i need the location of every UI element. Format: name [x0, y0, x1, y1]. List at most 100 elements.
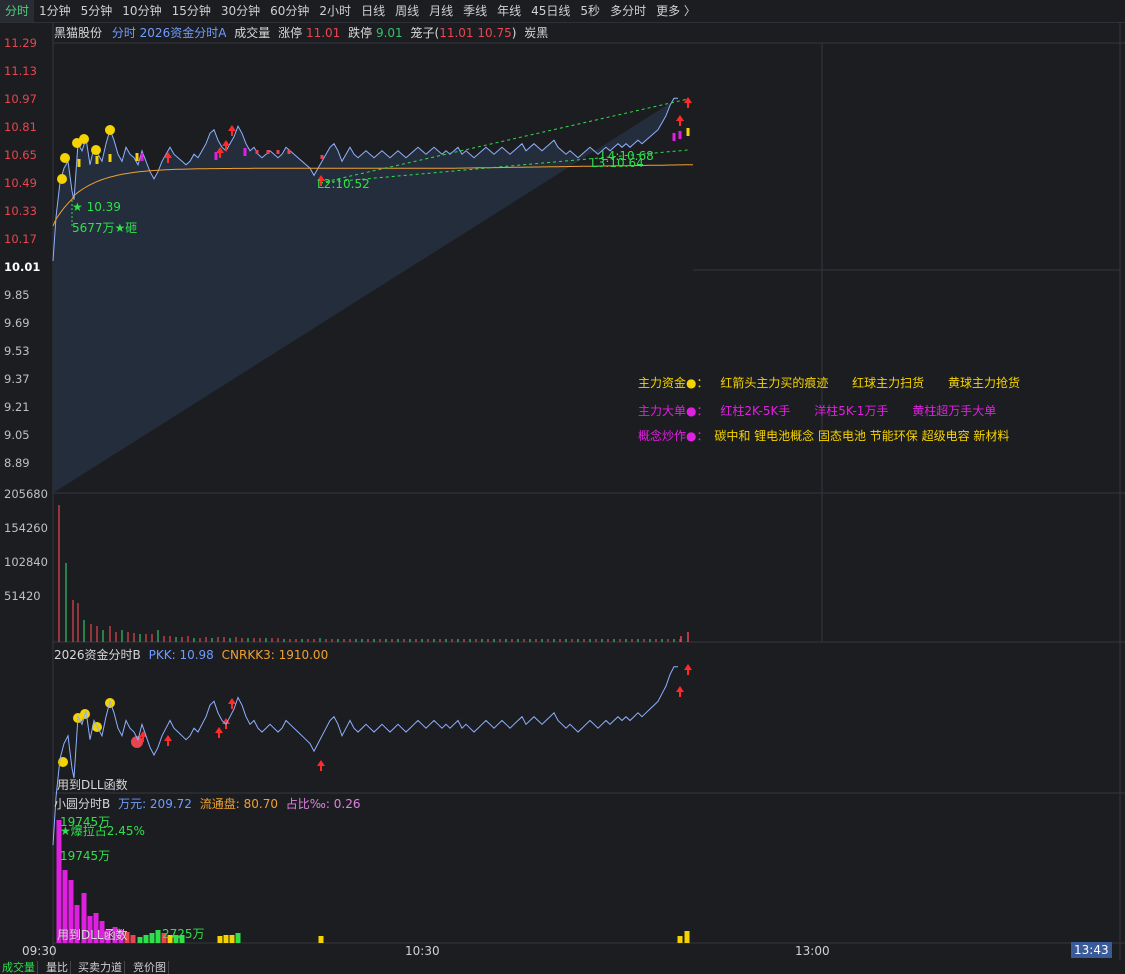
float-value: 80.70: [243, 797, 278, 811]
time-label-1030: 10:30: [405, 944, 440, 958]
legend-row3-title: 概念炒作●：: [638, 429, 709, 443]
price-tick-5: 10.49: [4, 176, 37, 190]
money-bar-25: [318, 936, 324, 943]
legend-row2-item-2: 洋柱5K-1万手: [814, 404, 889, 418]
legend-row2-title: 主力大单●：: [638, 404, 709, 418]
money-bar-21: [217, 936, 223, 943]
money-bar-15: [149, 933, 155, 943]
price-marker-2: [108, 154, 112, 162]
price-tick-11: 9.53: [4, 344, 30, 358]
time-cursor-label: 13:43: [1071, 942, 1112, 958]
bottom-tab-volume-ratio[interactable]: 量比: [44, 961, 71, 974]
red-arrow-14: [684, 664, 692, 675]
price-dot-4: [320, 155, 324, 159]
price-marker-8: [678, 131, 682, 139]
price-dot-1: [266, 150, 270, 154]
panel-b-name[interactable]: 2026资金分时B: [54, 648, 141, 662]
money-bar-16: [155, 930, 161, 943]
price-marker-6: [243, 148, 247, 156]
volume-tick-0: 205680: [4, 487, 48, 501]
price-tick-1: 11.13: [4, 64, 37, 78]
price-marker-1: [95, 156, 99, 164]
price-tick-2: 10.97: [4, 92, 37, 106]
price-tick-14: 9.05: [4, 428, 30, 442]
legend-row2-item-1: 红柱2K-5K手: [720, 404, 791, 418]
price-tick-0: 11.29: [4, 36, 37, 50]
yellow-ball-5: [105, 125, 115, 135]
price-dot-2: [276, 150, 280, 154]
price-tick-10: 9.69: [4, 316, 30, 330]
money-bar-24: [235, 933, 241, 943]
price-tick-7: 10.17: [4, 232, 37, 246]
legend-row1-title: 主力资金●：: [638, 376, 709, 390]
price-marker-9: [686, 128, 690, 136]
legend-row2-item-3: 黄柱超万手大单: [912, 404, 997, 418]
amount3-note: 2725万: [162, 927, 205, 941]
price-tick-4: 10.65: [4, 148, 37, 162]
money-bar-23: [229, 935, 235, 943]
red-arrow-8: [164, 735, 172, 746]
yellow-ball-0: [57, 174, 67, 184]
intraday-chart[interactable]: [0, 0, 1125, 974]
legend-row1-item-3: 黄球主力抢货: [948, 376, 1021, 390]
price-dot-0: [255, 150, 259, 154]
explode-note: ★爆拉占2.45%: [60, 824, 145, 838]
price-marker-3: [135, 153, 139, 161]
red-arrow-12: [317, 760, 325, 771]
price-dot-3: [287, 150, 291, 154]
volume-tick-3: 51420: [4, 589, 41, 603]
time-label-open: 09:30: [22, 944, 57, 958]
red-arrow-5: [676, 115, 684, 126]
money-bar-13: [137, 937, 143, 943]
red-arrow-13: [676, 686, 684, 697]
legend-row-1: 主力资金●： 红箭头主力买的痕迹 红球主力扫货 黄球主力抢货: [638, 374, 1020, 391]
panel-c-name[interactable]: 小圆分时B: [54, 797, 110, 811]
bottom-tab-volume[interactable]: 成交量: [0, 961, 38, 974]
cnrkk-value: 1910.00: [278, 648, 329, 662]
amount2-note: 19745万: [60, 849, 111, 863]
pkk-value: 10.98: [179, 648, 214, 662]
panel-b-dll-note: 用到DLL函数: [57, 778, 128, 792]
money-bar-27: [684, 931, 690, 943]
bottom-tab-auction[interactable]: 竞价图: [131, 961, 169, 974]
bottom-tab-buy-sell-force[interactable]: 买卖力道: [76, 961, 125, 974]
wan-value: 209.72: [149, 797, 192, 811]
price-tick-6: 10.33: [4, 204, 37, 218]
legend-row-3: 概念炒作●： 碳中和 锂电池概念 固态电池 节能环保 超级电容 新材料: [638, 427, 1009, 444]
red-arrow-6: [684, 97, 692, 108]
volume-tick-2: 102840: [4, 555, 48, 569]
l2-note: L2:10.52: [317, 177, 370, 191]
float-label: 流通盘:: [199, 797, 244, 811]
money-bar-14: [143, 935, 149, 943]
yellow-ball-3: [79, 134, 89, 144]
panel-c-dll-note: 用到DLL函数: [57, 928, 128, 942]
ratio-label: 占比‰:: [285, 797, 334, 811]
legend-row3-text: 碳中和 锂电池概念 固态电池 节能环保 超级电容 新材料: [714, 429, 1010, 443]
red-arrow-9: [215, 727, 223, 738]
money-bar-26: [677, 936, 683, 943]
legend-row1-item-1: 红箭头主力买的痕迹: [720, 376, 829, 390]
l4-note: L4:10.68: [601, 149, 654, 163]
money-bar-12: [130, 935, 136, 943]
panel-c-info: 小圆分时B 万元: 209.72 流通盘: 80.70 占比‰: 0.26: [54, 795, 360, 812]
panel-b-line: [52, 666, 678, 846]
time-label-1300: 13:00: [795, 944, 830, 958]
yellow-ball-1: [60, 153, 70, 163]
price-marker-4: [140, 153, 144, 161]
price-area-fill: [53, 98, 678, 493]
sell-amount-note: 5677万★砸: [72, 221, 138, 235]
price-marker-7: [672, 133, 676, 141]
price-marker-0: [77, 159, 81, 167]
yellow-ball-4: [91, 145, 101, 155]
price-tick-3: 10.81: [4, 120, 37, 134]
legend-row1-item-2: 红球主力扫货: [852, 376, 925, 390]
price-marker-5: [214, 152, 218, 160]
volume-tick-1: 154260: [4, 521, 48, 535]
panel-b-info: 2026资金分时B PKK: 10.98 CNRKK3: 1910.00: [54, 646, 328, 663]
wan-label: 万元:: [118, 797, 150, 811]
price-tick-12: 9.37: [4, 372, 30, 386]
cnrkk-label: CNRKK3:: [221, 648, 279, 662]
legend-row-2: 主力大单●： 红柱2K-5K手 洋柱5K-1万手 黄柱超万手大单: [638, 402, 996, 419]
price-tick-8: 10.01: [4, 260, 41, 274]
ratio-value: 0.26: [333, 797, 361, 811]
